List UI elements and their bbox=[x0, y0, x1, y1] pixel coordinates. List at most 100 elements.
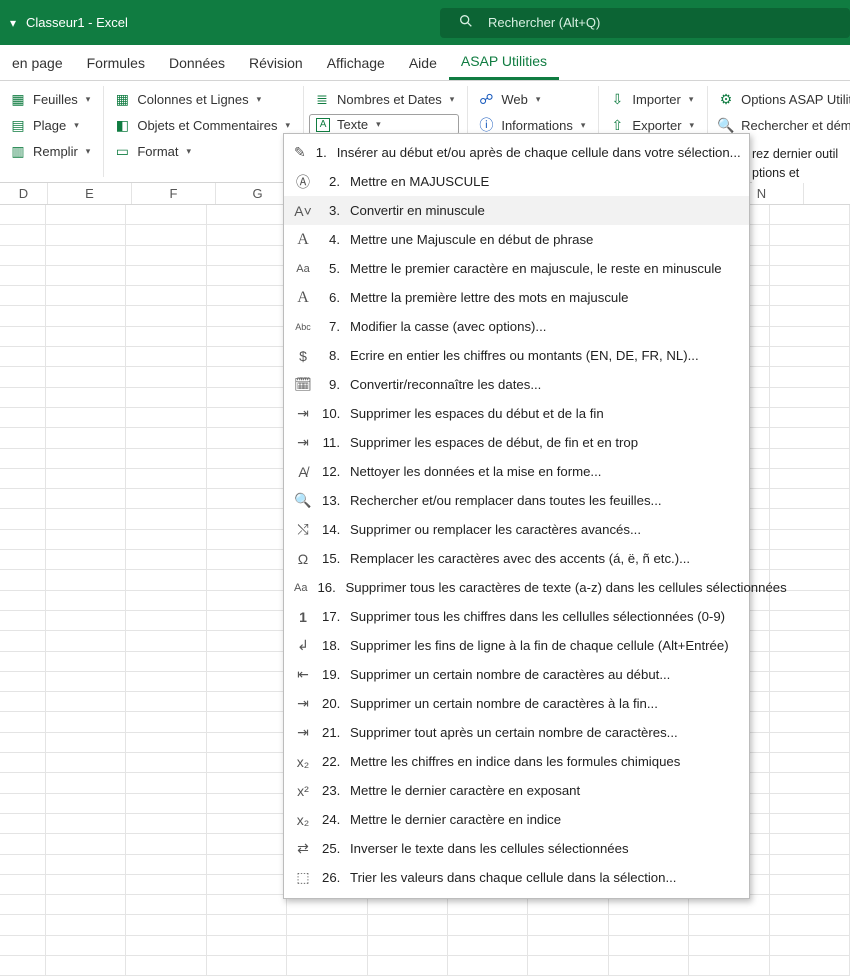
cell[interactable] bbox=[0, 570, 46, 589]
cell[interactable] bbox=[126, 611, 206, 630]
cell[interactable] bbox=[207, 327, 287, 346]
cell[interactable] bbox=[0, 814, 46, 833]
cell[interactable] bbox=[448, 915, 528, 934]
cell[interactable] bbox=[207, 367, 287, 386]
cell[interactable] bbox=[770, 550, 850, 569]
cell[interactable] bbox=[770, 306, 850, 325]
cell[interactable] bbox=[770, 367, 850, 386]
cell[interactable] bbox=[0, 408, 46, 427]
cell[interactable] bbox=[0, 367, 46, 386]
cell[interactable] bbox=[0, 773, 46, 792]
cell[interactable] bbox=[0, 591, 46, 610]
cell[interactable] bbox=[126, 936, 206, 955]
cell[interactable] bbox=[46, 753, 126, 772]
cell[interactable] bbox=[126, 855, 206, 874]
cell[interactable] bbox=[0, 956, 46, 975]
cell[interactable] bbox=[689, 936, 769, 955]
cell[interactable] bbox=[0, 530, 46, 549]
cell[interactable] bbox=[126, 712, 206, 731]
cell[interactable] bbox=[207, 388, 287, 407]
cell[interactable] bbox=[528, 915, 608, 934]
cell[interactable] bbox=[46, 509, 126, 528]
tab-donnees[interactable]: Données bbox=[157, 45, 237, 80]
tab-formules[interactable]: Formules bbox=[75, 45, 157, 80]
cell[interactable] bbox=[207, 509, 287, 528]
cell[interactable] bbox=[126, 367, 206, 386]
menu-item-1[interactable]: ✎1.Insérer au début et/ou après de chaqu… bbox=[284, 138, 749, 167]
cell[interactable] bbox=[0, 205, 46, 224]
cell[interactable] bbox=[770, 449, 850, 468]
cell[interactable] bbox=[207, 794, 287, 813]
texte-button[interactable]: ATexte▾ bbox=[309, 114, 459, 135]
cell[interactable] bbox=[770, 773, 850, 792]
cell[interactable] bbox=[0, 347, 46, 366]
cell[interactable] bbox=[46, 408, 126, 427]
tab-revision[interactable]: Révision bbox=[237, 45, 315, 80]
cell[interactable] bbox=[46, 225, 126, 244]
cell[interactable] bbox=[0, 733, 46, 752]
cell[interactable] bbox=[126, 733, 206, 752]
cell[interactable] bbox=[0, 266, 46, 285]
cell[interactable] bbox=[126, 286, 206, 305]
format-button[interactable]: ▭Format▾ bbox=[109, 140, 295, 162]
cell[interactable] bbox=[207, 611, 287, 630]
menu-item-10[interactable]: ⇥10.Supprimer les espaces du début et de… bbox=[284, 399, 749, 428]
cell[interactable] bbox=[770, 266, 850, 285]
cell[interactable] bbox=[46, 875, 126, 894]
cell[interactable] bbox=[0, 388, 46, 407]
cell[interactable] bbox=[0, 936, 46, 955]
menu-item-5[interactable]: Aa5.Mettre le premier caractère en majus… bbox=[284, 254, 749, 283]
options-asap-button[interactable]: ⚙Options ASAP Utilities▾ bbox=[713, 88, 850, 110]
cell[interactable] bbox=[207, 956, 287, 975]
menu-item-13[interactable]: 🔍13.Rechercher et/ou remplacer dans tout… bbox=[284, 486, 749, 515]
cell[interactable] bbox=[207, 915, 287, 934]
cell[interactable] bbox=[46, 733, 126, 752]
menu-item-19[interactable]: ⇤19.Supprimer un certain nombre de carac… bbox=[284, 660, 749, 689]
search-box[interactable]: Rechercher (Alt+Q) bbox=[440, 8, 850, 38]
menu-item-12[interactable]: A̸12.Nettoyer les données et la mise en … bbox=[284, 457, 749, 486]
cell[interactable] bbox=[46, 550, 126, 569]
cell[interactable] bbox=[46, 631, 126, 650]
table-row[interactable] bbox=[0, 915, 850, 935]
cell[interactable] bbox=[0, 327, 46, 346]
cell[interactable] bbox=[207, 306, 287, 325]
menu-item-11[interactable]: ⇥11.Supprimer les espaces de début, de f… bbox=[284, 428, 749, 457]
cell[interactable] bbox=[126, 814, 206, 833]
cell[interactable] bbox=[770, 611, 850, 630]
cell[interactable] bbox=[207, 712, 287, 731]
cell[interactable] bbox=[770, 428, 850, 447]
cell[interactable] bbox=[0, 550, 46, 569]
cell[interactable] bbox=[207, 408, 287, 427]
cell[interactable] bbox=[126, 895, 206, 914]
cell[interactable] bbox=[126, 388, 206, 407]
menu-item-9[interactable]: 🗓9.Convertir/reconnaître les dates... bbox=[284, 370, 749, 399]
cell[interactable] bbox=[0, 611, 46, 630]
cell[interactable] bbox=[126, 773, 206, 792]
cell[interactable] bbox=[0, 469, 46, 488]
cell[interactable] bbox=[207, 692, 287, 711]
menu-item-16[interactable]: Aa16.Supprimer tous les caractères de te… bbox=[284, 573, 749, 602]
cell[interactable] bbox=[770, 469, 850, 488]
cell[interactable] bbox=[207, 205, 287, 224]
cell[interactable] bbox=[126, 306, 206, 325]
cell[interactable] bbox=[770, 205, 850, 224]
cell[interactable] bbox=[770, 408, 850, 427]
cell[interactable] bbox=[0, 834, 46, 853]
cell[interactable] bbox=[207, 469, 287, 488]
cell[interactable] bbox=[46, 794, 126, 813]
cell[interactable] bbox=[770, 733, 850, 752]
cell[interactable] bbox=[126, 956, 206, 975]
cell[interactable] bbox=[207, 428, 287, 447]
cell[interactable] bbox=[46, 834, 126, 853]
objets-commentaires-button[interactable]: ◧Objets et Commentaires▾ bbox=[109, 114, 295, 136]
tab-asap-utilities[interactable]: ASAP Utilities bbox=[449, 45, 559, 80]
cell[interactable] bbox=[46, 672, 126, 691]
colonnes-lignes-button[interactable]: ▦Colonnes et Lignes▾ bbox=[109, 88, 295, 110]
cell[interactable] bbox=[0, 509, 46, 528]
cell[interactable] bbox=[46, 773, 126, 792]
cell[interactable] bbox=[609, 936, 689, 955]
cell[interactable] bbox=[368, 956, 448, 975]
cell[interactable] bbox=[0, 246, 46, 265]
cell[interactable] bbox=[448, 936, 528, 955]
cell[interactable] bbox=[46, 591, 126, 610]
